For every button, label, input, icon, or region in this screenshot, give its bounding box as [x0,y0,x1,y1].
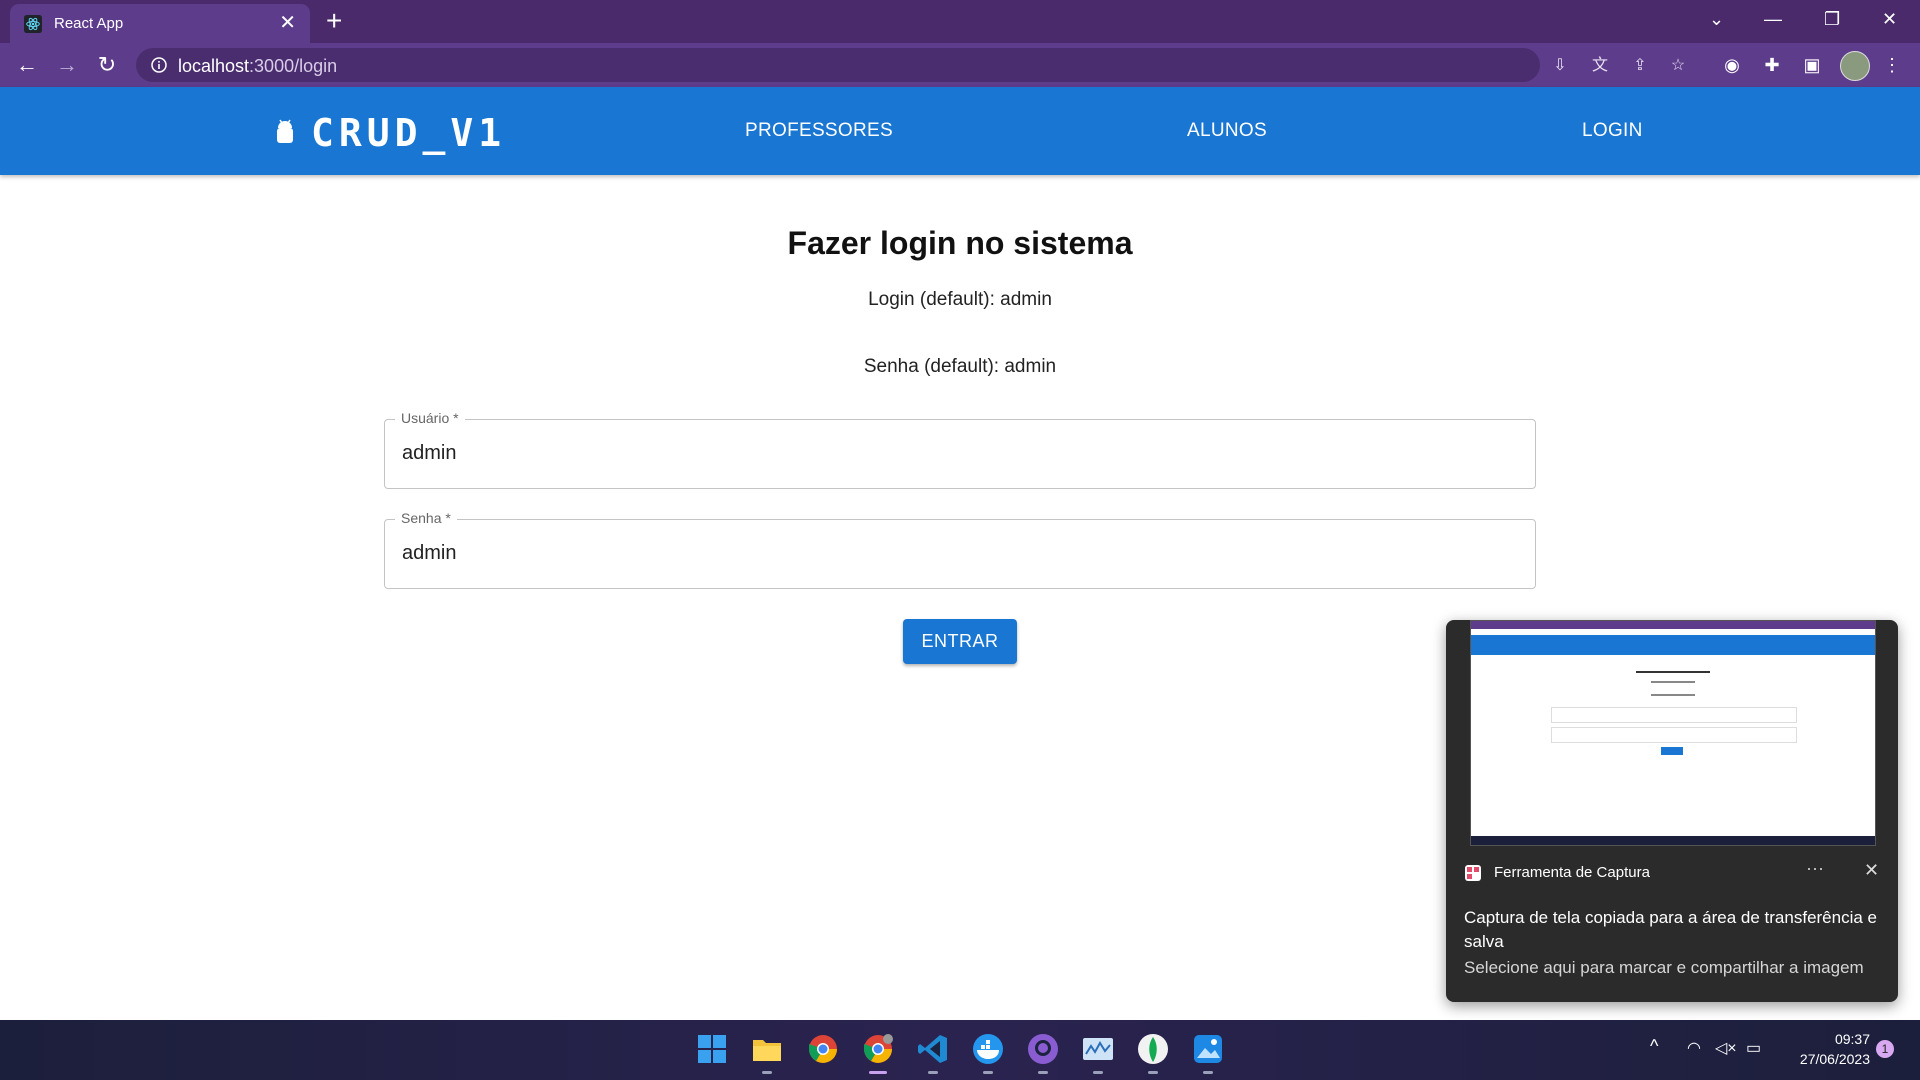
minimize-icon[interactable]: — [1764,8,1782,30]
tab-title: React App [54,15,124,32]
star-icon[interactable]: ☆ [1668,57,1688,75]
photos-icon[interactable] [1191,1032,1225,1074]
puzzle-icon[interactable]: ✚ [1760,53,1784,77]
close-window-icon[interactable]: ✕ [1882,8,1897,30]
reload-icon[interactable]: ↻ [94,52,120,78]
info-icon [151,57,167,73]
kebab-menu-icon[interactable]: ⋮ [1880,53,1904,77]
notification-badge[interactable]: 1 [1876,1040,1894,1058]
password-value: admin [402,542,457,564]
close-icon[interactable]: ✕ [279,11,296,35]
github-desktop-icon[interactable] [1026,1032,1060,1074]
plus-icon[interactable]: + [326,6,342,36]
back-arrow-icon[interactable]: ← [14,52,40,78]
running-indicator [928,1071,938,1074]
sidepanel-icon[interactable]: ▣ [1800,53,1824,77]
vscode-icon[interactable] [916,1032,950,1074]
running-indicator [1038,1071,1048,1074]
more-options-icon[interactable]: ··· [1806,858,1824,879]
running-indicator [983,1071,993,1074]
thumb-field [1551,707,1797,723]
address-bar[interactable]: localhost:3000/login ⇩ 文 ⇪ ☆ [136,48,1685,82]
app-header: CRUD_V1 PROFESSORES ALUNOS LOGIN [0,87,1920,175]
chrome-dev-icon[interactable] [861,1032,895,1074]
password-field[interactable]: Senha * admin [384,510,1536,589]
restore-icon[interactable]: ❐ [1824,8,1840,30]
url-text: localhost:3000/login [178,56,338,76]
toast-subtext: Selecione aqui para marcar e compartilha… [1464,958,1864,977]
password-label: Senha * [395,510,457,526]
file-explorer-icon[interactable] [750,1032,784,1074]
password-hint: Senha (default): admin [863,356,1057,377]
thumb-field [1551,727,1797,743]
running-indicator [762,1071,772,1074]
windows-start-icon[interactable] [695,1032,729,1066]
enter-button[interactable]: ENTRAR [903,619,1017,664]
clock-time[interactable]: 09:37 [1820,1031,1870,1047]
battery-icon[interactable]: ▭ [1746,1038,1761,1058]
browser-toolbar: ← → ↻ localhost:3000/login ⇩ 文 ⇪ ☆ ◉ ✚ ▣… [0,43,1920,87]
chevron-up-icon[interactable]: ^ [1650,1036,1658,1057]
username-label: Usuário * [395,410,465,426]
toast-app-name: Ferramenta de Captura [1494,864,1650,881]
nav-alunos[interactable]: ALUNOS [1187,120,1267,142]
username-value: admin [402,442,457,464]
running-indicator [1203,1071,1213,1074]
translate-icon[interactable]: 文 [1590,57,1610,75]
thumb-title [1636,671,1710,673]
thumb-hint [1651,694,1695,696]
browser-tab-strip: React App ✕ + ⌄ — ❐ ✕ [0,0,1920,43]
forward-arrow-icon[interactable]: → [54,52,80,78]
react-icon [24,15,42,33]
thumb-taskbar [1471,836,1875,845]
docker-icon[interactable] [971,1032,1005,1074]
brand-name: CRUD_V1 [311,111,507,155]
wifi-icon[interactable]: ◠ [1687,1038,1701,1058]
install-icon[interactable]: ⇩ [1550,57,1570,75]
active-indicator [869,1071,887,1074]
share-icon[interactable]: ⇪ [1630,57,1650,75]
clock-date[interactable]: 27/06/2023 [1780,1051,1870,1067]
windows-taskbar: ^ ◠ ◁× ▭ [0,1020,1920,1080]
resource-monitor-icon[interactable] [1081,1032,1115,1074]
chrome-icon[interactable] [806,1032,840,1066]
chevron-down-icon[interactable]: ⌄ [1709,8,1724,30]
snipping-tool-icon [1465,865,1481,881]
close-icon[interactable]: ✕ [1864,860,1879,881]
username-field[interactable]: Usuário * admin [384,410,1536,489]
running-indicator [1148,1071,1158,1074]
extension-icon[interactable]: ◉ [1720,53,1744,77]
mongodb-compass-icon[interactable] [1136,1032,1170,1074]
nav-professores[interactable]: PROFESSORES [745,120,893,142]
nav-login[interactable]: LOGIN [1582,120,1643,142]
thumb-hint [1651,681,1695,683]
avatar[interactable] [1840,51,1870,81]
thumb-appbar [1471,635,1875,655]
page-title: Fazer login no sistema [787,225,1133,261]
brand-logo[interactable]: CRUD_V1 [275,113,506,153]
thumb-tabbar [1471,621,1875,629]
screenshot-thumbnail[interactable] [1470,620,1876,846]
toast-message: Captura de tela copiada para a área de t… [1464,908,1877,951]
speaker-muted-icon[interactable]: ◁× [1715,1038,1737,1058]
browser-tab[interactable]: React App ✕ [10,4,310,43]
thumb-button [1661,747,1683,755]
android-icon [277,119,293,143]
running-indicator [1093,1071,1103,1074]
login-hint: Login (default): admin [868,289,1052,310]
snipping-tool-notification[interactable]: Ferramenta de Captura ··· ✕ Captura de t… [1446,620,1898,1002]
